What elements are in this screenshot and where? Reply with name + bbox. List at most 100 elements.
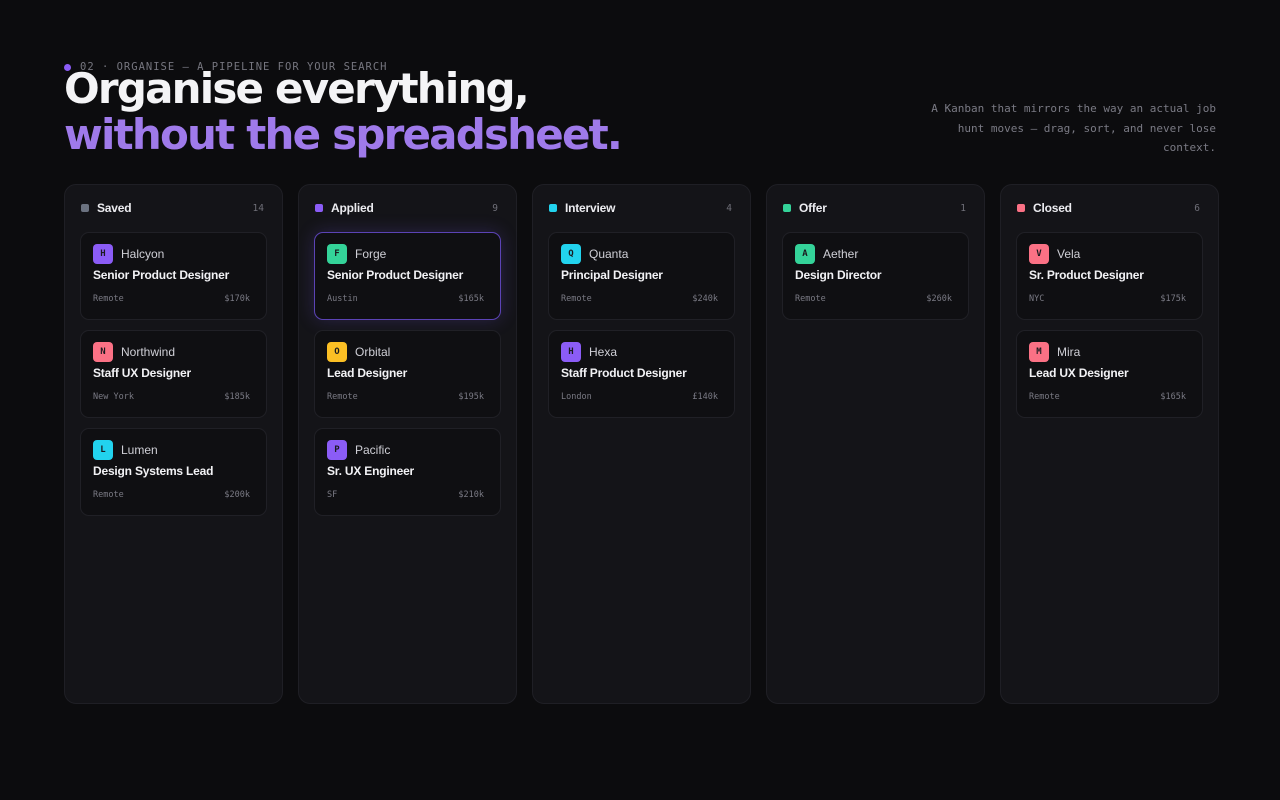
column-header: Closed 6 [1016,199,1203,217]
job-meta: Remote $170k [93,294,250,304]
column-header: Saved 14 [80,199,267,217]
company-name: Aether [823,247,859,261]
company-row: H Hexa [561,342,722,362]
company-name: Pacific [355,443,391,457]
company-row: A Aether [795,244,956,264]
job-card[interactable]: N Northwind Staff UX Designer New York $185k [80,330,267,418]
kanban-column-saved[interactable]: Saved 14 H Halcyon Senior Product Designer Re… [64,184,283,704]
company-row: M Mira [1029,342,1190,362]
column-count: 6 [1194,202,1200,214]
job-salary: £140k [692,392,718,402]
job-title: Staff UX Designer [93,366,191,380]
job-meta: Remote $240k [561,294,718,304]
company-name: Northwind [121,345,176,359]
job-salary: $240k [692,294,718,304]
job-salary: $200k [224,490,250,500]
job-title: Senior Product Designer [93,268,230,282]
job-location: New York [93,392,134,402]
job-card[interactable]: H Hexa Staff Product Designer London £140k [548,330,735,418]
kanban-column-applied[interactable]: Applied 9 F Forge Senior Product Designer Aus… [298,184,517,704]
job-salary: $170k [224,294,250,304]
company-name: Lumen [121,443,158,457]
company-name: Quanta [589,247,629,261]
company-logo: A [795,244,815,264]
kanban-board: Saved 14 H Halcyon Senior Product Designer Re… [64,184,1219,704]
company-name: Forge [355,247,387,261]
job-location: Austin [327,294,358,304]
company-logo: O [327,342,347,362]
job-title: Design Director [795,268,882,282]
company-row: Q Quanta [561,244,722,264]
job-card[interactable]: V Vela Sr. Product Designer NYC $175k [1016,232,1203,320]
column-count: 4 [726,202,732,214]
company-logo: M [1029,342,1049,362]
job-location: Remote [93,294,124,304]
job-title: Design Systems Lead [93,464,214,478]
job-card[interactable]: H Halcyon Senior Product Designer Remote $17… [80,232,267,320]
column-status-dot-icon [81,204,89,212]
company-row: P Pacific [327,440,488,460]
job-card[interactable]: P Pacific Sr. UX Engineer SF $210k [314,428,501,516]
column-count: 9 [492,202,498,214]
job-salary: $210k [458,490,484,500]
company-logo: H [93,244,113,264]
job-card[interactable]: Q Quanta Principal Designer Remote $240k [548,232,735,320]
job-location: SF [327,490,338,500]
column-status-dot-icon [783,204,791,212]
kanban-column-closed[interactable]: Closed 6 V Vela Sr. Product Designer NYC $175k… [1000,184,1219,704]
job-card[interactable]: F Forge Senior Product Designer Austin $165k [314,232,501,320]
job-title: Lead Designer [327,366,408,380]
job-card[interactable]: A Aether Design Director Remote $260k [782,232,969,320]
job-meta: Austin $165k [327,294,484,304]
company-name: Orbital [355,345,391,359]
job-meta: London £140k [561,392,718,402]
job-location: Remote [93,490,124,500]
title-line-1: Organise everything, [64,64,530,113]
job-card[interactable]: L Lumen Design Systems Lead Remote $200k [80,428,267,516]
column-title: Closed [1033,201,1072,215]
job-location: London [561,392,592,402]
job-title: Sr. Product Designer [1029,268,1144,282]
job-salary: $185k [224,392,250,402]
job-salary: $260k [926,294,952,304]
job-location: Remote [1029,392,1060,402]
column-status-dot-icon [549,204,557,212]
job-meta: Remote $200k [93,490,250,500]
column-header: Applied 9 [314,199,501,217]
job-title: Staff Product Designer [561,366,687,380]
job-salary: $165k [458,294,484,304]
company-row: N Northwind [93,342,254,362]
job-title: Sr. UX Engineer [327,464,415,478]
job-salary: $175k [1160,294,1186,304]
company-row: V Vela [1029,244,1190,264]
column-title: Applied [331,201,374,215]
column-title: Saved [97,201,132,215]
kanban-column-interview[interactable]: Interview 4 Q Quanta Principal Designer Remot… [532,184,751,704]
company-name: Halcyon [121,247,165,261]
job-card[interactable]: M Mira Lead UX Designer Remote $165k [1016,330,1203,418]
page-title: Organise everything, without the spreads… [64,64,623,158]
kanban-column-offer[interactable]: Offer 1 A Aether Design Director Remote $260k [766,184,985,704]
job-title: Principal Designer [561,268,663,282]
page: 02 · ORGANISE — A PIPELINE FOR YOUR SEAR… [0,0,1280,800]
section-description: A Kanban that mirrors the way an actual … [931,102,1216,154]
company-logo: N [93,342,113,362]
column-header: Interview 4 [548,199,735,217]
job-location: Remote [795,294,826,304]
company-row: F Forge [327,244,488,264]
company-logo: H [561,342,581,362]
job-location: NYC [1029,294,1045,304]
column-title: Offer [799,201,827,215]
job-meta: New York $185k [93,392,250,402]
column-header: Offer 1 [782,199,969,217]
job-meta: SF $210k [327,490,484,500]
job-title: Senior Product Designer [327,268,464,282]
company-logo: L [93,440,113,460]
job-salary: $195k [458,392,484,402]
company-row: O Orbital [327,342,488,362]
company-logo: P [327,440,347,460]
company-row: L Lumen [93,440,254,460]
company-row: H Halcyon [93,244,254,264]
job-card[interactable]: O Orbital Lead Designer Remote $195k [314,330,501,418]
column-count: 1 [960,202,966,214]
